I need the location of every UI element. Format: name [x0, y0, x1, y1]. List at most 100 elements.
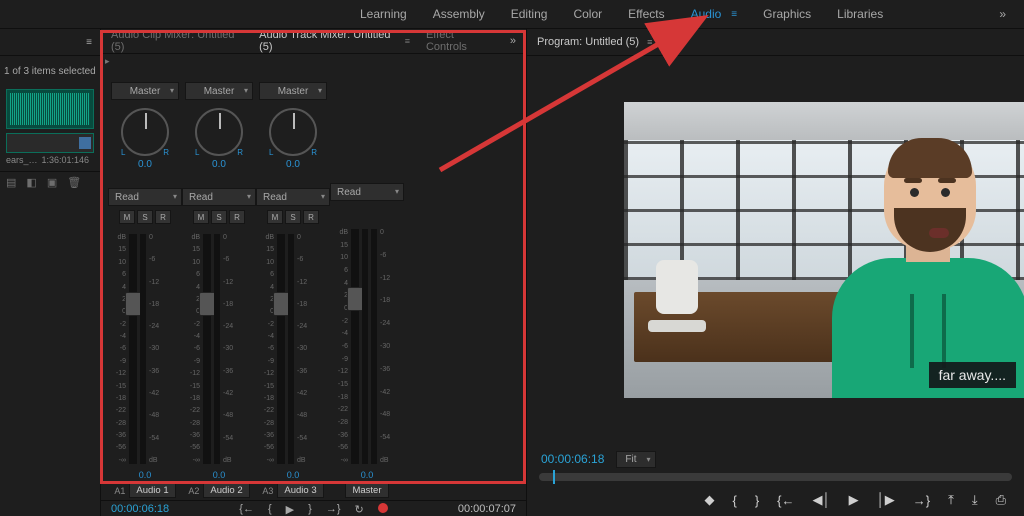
- track-name-field[interactable]: Audio 2: [203, 483, 249, 498]
- record-button[interactable]: [378, 503, 388, 516]
- track-name-field[interactable]: Master: [345, 483, 388, 498]
- ws-effects[interactable]: Effects: [628, 4, 664, 24]
- r-button[interactable]: R: [303, 210, 319, 224]
- level-meter: [362, 229, 368, 464]
- ws-graphics[interactable]: Graphics: [763, 4, 811, 24]
- go-to-out-button[interactable]: →}: [326, 503, 341, 515]
- list-view-icon[interactable]: ▤: [6, 176, 16, 189]
- r-button[interactable]: R: [155, 210, 171, 224]
- loop-button[interactable]: ↻: [355, 503, 364, 516]
- pan-knob[interactable]: [121, 108, 169, 156]
- program-tab-menu-icon[interactable]: ≡: [647, 37, 652, 47]
- automation-mode-select[interactable]: Read▾: [108, 188, 182, 206]
- freeform-view-icon[interactable]: ◧: [26, 176, 36, 189]
- add-marker-button[interactable]: ◆: [704, 492, 714, 508]
- export-frame-button[interactable]: ⎙: [996, 492, 1006, 508]
- volume-fader[interactable]: [203, 234, 211, 464]
- automation-mode-select[interactable]: Read▾: [256, 188, 330, 206]
- new-item-icon[interactable]: ▣: [47, 176, 57, 189]
- mixer-track-master: Read▾dB15106420-2-4-6-9-12-15-18-22-28-3…: [331, 60, 403, 498]
- clip-duration-label: 1:36:01:146: [42, 155, 90, 165]
- mark-in-button[interactable]: {: [268, 503, 272, 515]
- program-video-preview[interactable]: far away....: [624, 102, 1024, 398]
- ws-assembly[interactable]: Assembly: [433, 4, 485, 24]
- mixer-tabs-overflow-icon[interactable]: »: [510, 35, 516, 47]
- automation-mode-select[interactable]: Read▾: [182, 188, 256, 206]
- track-name-field[interactable]: Audio 3: [277, 483, 323, 498]
- lift-button[interactable]: ⤒: [948, 492, 954, 508]
- prog-mark-in-button[interactable]: {: [732, 493, 736, 508]
- ws-audio[interactable]: Audio: [691, 4, 722, 24]
- mixer-timecode-left[interactable]: 00:00:06:18: [111, 503, 169, 515]
- pan-value[interactable]: 0.0: [138, 159, 152, 170]
- ws-overflow-icon[interactable]: »: [999, 7, 1006, 21]
- ws-editing[interactable]: Editing: [511, 4, 548, 24]
- tab-menu-icon[interactable]: ≡: [405, 36, 410, 46]
- s-button[interactable]: S: [137, 210, 153, 224]
- gain-value[interactable]: 0.0: [361, 470, 374, 480]
- ws-learning[interactable]: Learning: [360, 4, 407, 24]
- playhead-icon[interactable]: [553, 470, 555, 484]
- track-output-select[interactable]: Master▾: [111, 82, 179, 100]
- volume-fader[interactable]: [351, 229, 359, 464]
- m-button[interactable]: M: [119, 210, 135, 224]
- pan-right-label: R: [237, 148, 243, 157]
- prog-step-back-button[interactable]: ◀│: [813, 492, 831, 508]
- track-output-select[interactable]: Master▾: [185, 82, 253, 100]
- project-menu-icon[interactable]: ≡: [86, 37, 92, 48]
- ws-audio-menu-icon[interactable]: ≡: [731, 9, 737, 20]
- go-to-in-button[interactable]: {←: [239, 503, 254, 515]
- volume-fader[interactable]: [277, 234, 285, 464]
- pan-value[interactable]: 0.0: [286, 159, 300, 170]
- program-ruler[interactable]: [539, 473, 1012, 481]
- extract-button[interactable]: ⤓: [972, 492, 978, 508]
- level-meter: [214, 234, 220, 464]
- mixer-track-audio-1: Master▾LR0.0Read▾MSRdB15106420-2-4-6-9-1…: [109, 60, 181, 498]
- meter-scale-right: 0-6-12-18-24-30-36-42-48-54dB: [149, 230, 163, 468]
- prog-play-button[interactable]: ▶: [849, 492, 859, 508]
- m-button[interactable]: M: [267, 210, 283, 224]
- pan-knob[interactable]: [269, 108, 317, 156]
- s-button[interactable]: S: [285, 210, 301, 224]
- pan-knob[interactable]: [195, 108, 243, 156]
- track-output-select[interactable]: Master▾: [259, 82, 327, 100]
- meter-scale-right: 0-6-12-18-24-30-36-42-48-54dB: [380, 225, 394, 468]
- gain-value[interactable]: 0.0: [287, 470, 300, 480]
- m-button[interactable]: M: [193, 210, 209, 224]
- trash-icon[interactable]: 🗑: [67, 176, 81, 189]
- s-button[interactable]: S: [211, 210, 227, 224]
- r-button[interactable]: R: [229, 210, 245, 224]
- gain-value[interactable]: 0.0: [139, 470, 152, 480]
- selection-count-label: 1 of 3 items selected: [0, 56, 100, 87]
- gain-value[interactable]: 0.0: [213, 470, 226, 480]
- track-name-field[interactable]: Audio 1: [129, 483, 175, 498]
- mark-out-button[interactable]: }: [308, 503, 312, 515]
- tab-program-monitor[interactable]: Program: Untitled (5): [537, 36, 639, 48]
- prog-step-fwd-button[interactable]: │▶: [877, 492, 895, 508]
- prog-go-out-button[interactable]: →}: [913, 493, 930, 508]
- level-meter-r: [371, 229, 377, 464]
- fader-scale-left: dB15106420-2-4-6-9-12-15-18-22-28-36-56-…: [260, 230, 274, 468]
- program-timecode[interactable]: 00:00:06:18: [541, 452, 604, 466]
- fader-scale-left: dB15106420-2-4-6-9-12-15-18-22-28-36-56-…: [112, 230, 126, 468]
- tab-effect-controls[interactable]: Effect Controls: [426, 29, 494, 53]
- automation-mode-select[interactable]: Read▾: [330, 183, 404, 201]
- project-clip-waveform[interactable]: [6, 89, 94, 129]
- volume-fader[interactable]: [129, 234, 137, 464]
- tab-audio-track-mixer[interactable]: Audio Track Mixer: Untitled (5): [259, 29, 399, 53]
- ws-libraries[interactable]: Libraries: [837, 4, 883, 24]
- tab-audio-clip-mixer[interactable]: Audio Clip Mixer: Untitled (5): [111, 29, 243, 53]
- play-button[interactable]: ▶: [286, 503, 294, 516]
- program-zoom-select[interactable]: Fit▾: [616, 451, 655, 468]
- prog-go-in-button[interactable]: {←: [777, 493, 794, 508]
- project-clip-sequence[interactable]: [6, 133, 94, 153]
- audio-mixer-panel: Audio Clip Mixer: Untitled (5) Audio Tra…: [101, 29, 527, 516]
- pan-value[interactable]: 0.0: [212, 159, 226, 170]
- pan-left-label: L: [121, 148, 125, 157]
- mixer-track-audio-2: Master▾LR0.0Read▾MSRdB15106420-2-4-6-9-1…: [183, 60, 255, 498]
- video-caption: far away....: [929, 362, 1016, 388]
- effects-expand-icon[interactable]: ▸: [105, 56, 110, 67]
- ws-color[interactable]: Color: [573, 4, 602, 24]
- prog-mark-out-button[interactable]: }: [755, 493, 759, 508]
- mixer-track-audio-3: Master▾LR0.0Read▾MSRdB15106420-2-4-6-9-1…: [257, 60, 329, 498]
